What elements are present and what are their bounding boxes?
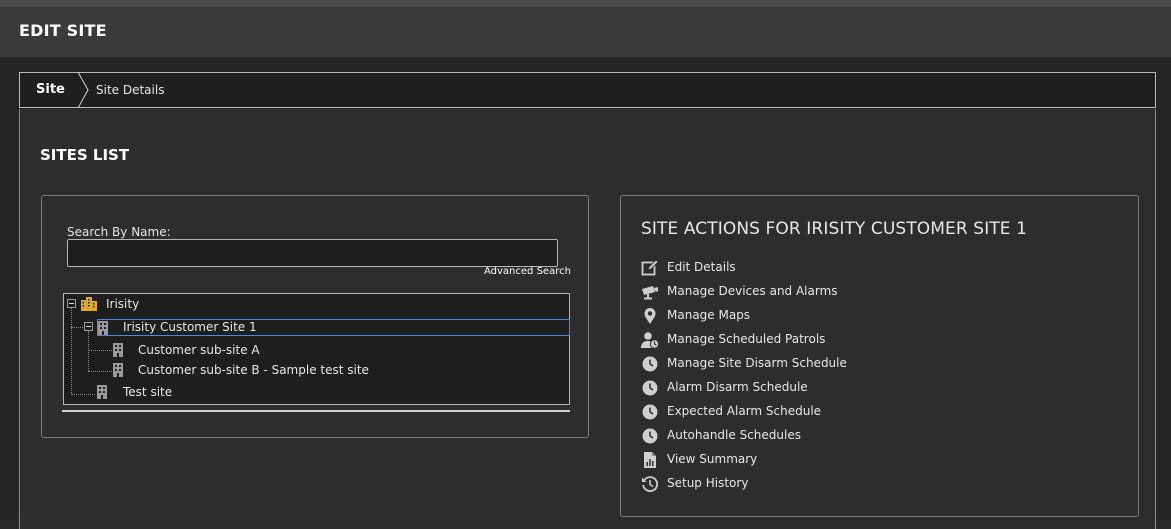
clock-icon [642, 380, 658, 396]
clock-icon [642, 428, 658, 444]
building-icon [113, 363, 123, 377]
site-actions-panel: SITE ACTIONS FOR IRISITY CUSTOMER SITE 1… [620, 195, 1139, 517]
action-edit-details[interactable]: Edit Details [641, 258, 1041, 278]
breadcrumb: Site Site Details [19, 72, 1156, 108]
history-icon [642, 476, 659, 493]
tree-divider [62, 410, 570, 412]
tree-connector [88, 371, 112, 372]
edit-icon [641, 259, 659, 276]
advanced-search-link[interactable]: Advanced Search [484, 266, 571, 277]
action-setup-history[interactable]: Setup History [641, 474, 1041, 494]
sites-list-title: SITES LIST [40, 146, 130, 164]
site-actions-title: SITE ACTIONS FOR IRISITY CUSTOMER SITE 1 [641, 219, 1028, 239]
map-pin-icon [644, 308, 656, 324]
building-icon [97, 385, 107, 399]
tree-connector [71, 394, 95, 395]
sites-tree: Irisity Irisity Customer Site 1 Customer… [63, 293, 570, 405]
search-label: Search By Name: [67, 225, 171, 239]
clock-icon [642, 356, 658, 372]
tree-connector [71, 308, 72, 395]
report-icon [644, 452, 656, 468]
breadcrumb-separator-icon [77, 72, 89, 108]
page-header: EDIT SITE [0, 7, 1171, 57]
building-group-icon [81, 297, 97, 311]
action-autohandle[interactable]: Autohandle Schedules [641, 426, 1041, 446]
building-icon [98, 321, 108, 335]
action-manage-maps[interactable]: Manage Maps [641, 306, 1041, 326]
action-expected-alarm[interactable]: Expected Alarm Schedule [641, 402, 1041, 422]
window-top-strip [0, 0, 1171, 7]
tree-collapse-toggle[interactable] [84, 322, 93, 331]
action-view-summary[interactable]: View Summary [641, 450, 1041, 470]
tree-collapse-toggle[interactable] [67, 299, 76, 308]
page-body: Site Site Details SITES LIST Search By N… [0, 57, 1171, 529]
camera-icon [642, 286, 658, 300]
action-manage-devices[interactable]: Manage Devices and Alarms [641, 282, 1041, 302]
search-input[interactable] [67, 239, 558, 267]
page-title: EDIT SITE [19, 21, 107, 40]
building-icon [113, 343, 123, 357]
tree-connector [71, 327, 85, 328]
clock-icon [642, 404, 658, 420]
action-alarm-disarm[interactable]: Alarm Disarm Schedule [641, 378, 1041, 398]
breadcrumb-item-site[interactable]: Site [36, 82, 65, 97]
content-area: SITES LIST Search By Name: Advanced Sear… [19, 109, 1156, 529]
tree-connector [88, 350, 112, 351]
user-clock-icon [641, 332, 659, 349]
sites-list-panel: Search By Name: Advanced Search Irisity … [41, 195, 589, 438]
action-manage-site-disarm[interactable]: Manage Site Disarm Schedule [641, 354, 1041, 374]
tree-connector [88, 331, 89, 371]
breadcrumb-item-site-details[interactable]: Site Details [96, 83, 164, 97]
action-manage-patrols[interactable]: Manage Scheduled Patrols [641, 330, 1041, 350]
